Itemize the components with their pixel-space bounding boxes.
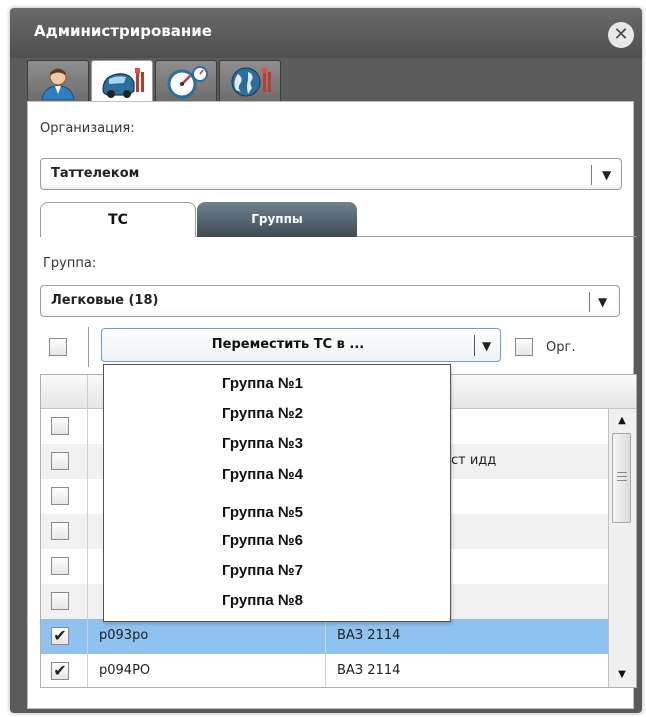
user-icon[interactable] (27, 60, 89, 102)
move-target-dropdown: Группа №1 Группа №2 Группа №3 Группа №4 … (103, 364, 451, 622)
dropdown-option[interactable]: Группа №2 (104, 399, 450, 428)
row-model-fragment: ст идд (451, 453, 497, 468)
dropdown-option[interactable]: Группа №8 (104, 586, 450, 615)
dropdown-option[interactable]: Группа №4 (104, 460, 450, 489)
tab-vehicles[interactable]: ТС (40, 202, 196, 237)
chevron-down-icon: ▼ (598, 295, 608, 309)
move-vehicles-label: Переместить ТС в ... (211, 337, 365, 352)
org-checkbox[interactable] (515, 338, 533, 356)
dropdown-option[interactable]: Группа №1 (104, 369, 450, 398)
select-all-checkbox[interactable] (49, 338, 67, 356)
row-model: ВАЗ 2114 (337, 663, 401, 678)
scroll-thumb[interactable] (612, 433, 631, 523)
group-select[interactable]: Легковые (18) ▼ (40, 285, 620, 317)
row-plate: р094РО (99, 663, 151, 678)
row-checkbox[interactable] (51, 452, 69, 470)
group-label: Группа: (43, 256, 97, 271)
tab-groups[interactable]: Группы (197, 202, 357, 237)
row-checkbox[interactable] (51, 592, 69, 610)
scroll-up-icon[interactable]: ▲ (612, 411, 632, 431)
row-plate: р093ро (99, 628, 149, 643)
row-checkbox[interactable] (51, 487, 69, 505)
row-checkbox[interactable] (51, 522, 69, 540)
row-checkbox[interactable] (51, 417, 69, 435)
table-row[interactable]: ✔ р093ро ВАЗ 2114 (41, 619, 608, 654)
row-checkbox[interactable]: ✔ (51, 627, 69, 645)
organization-value: Таттелеком (51, 166, 140, 181)
org-label: Орг. (546, 340, 576, 355)
row-checkbox[interactable]: ✔ (51, 662, 69, 680)
car-tools-icon[interactable] (91, 60, 153, 104)
dropdown-option[interactable]: Группа №3 (104, 429, 450, 458)
organization-label: Организация: (40, 121, 135, 136)
row-checkbox[interactable] (51, 557, 69, 575)
gauge-icon[interactable] (155, 60, 217, 102)
title-bar[interactable]: Администрирование ✕ (10, 8, 642, 58)
row-model: ВАЗ 2114 (337, 628, 401, 643)
toolbar-divider (88, 327, 89, 367)
dropdown-option[interactable]: Группа №6 (104, 526, 450, 555)
table-row[interactable]: ✔ р094РО ВАЗ 2114 (41, 654, 608, 687)
organization-select[interactable]: Таттелеком ▼ (40, 158, 622, 190)
dropdown-option[interactable]: Группа №5 (104, 498, 450, 527)
close-icon[interactable]: ✕ (608, 22, 634, 48)
chevron-down-icon: ▼ (482, 339, 492, 353)
globe-tools-icon[interactable] (219, 60, 281, 102)
grid-scrollbar[interactable]: ▲ ▼ (608, 409, 636, 687)
scroll-down-icon[interactable]: ▼ (612, 665, 632, 685)
dropdown-option[interactable]: Группа №7 (104, 556, 450, 585)
window-title: Администрирование (34, 22, 212, 40)
group-value: Легковые (18) (51, 293, 159, 308)
chevron-down-icon: ▼ (602, 168, 612, 182)
move-vehicles-select[interactable]: Переместить ТС в ... ▼ (101, 328, 501, 362)
